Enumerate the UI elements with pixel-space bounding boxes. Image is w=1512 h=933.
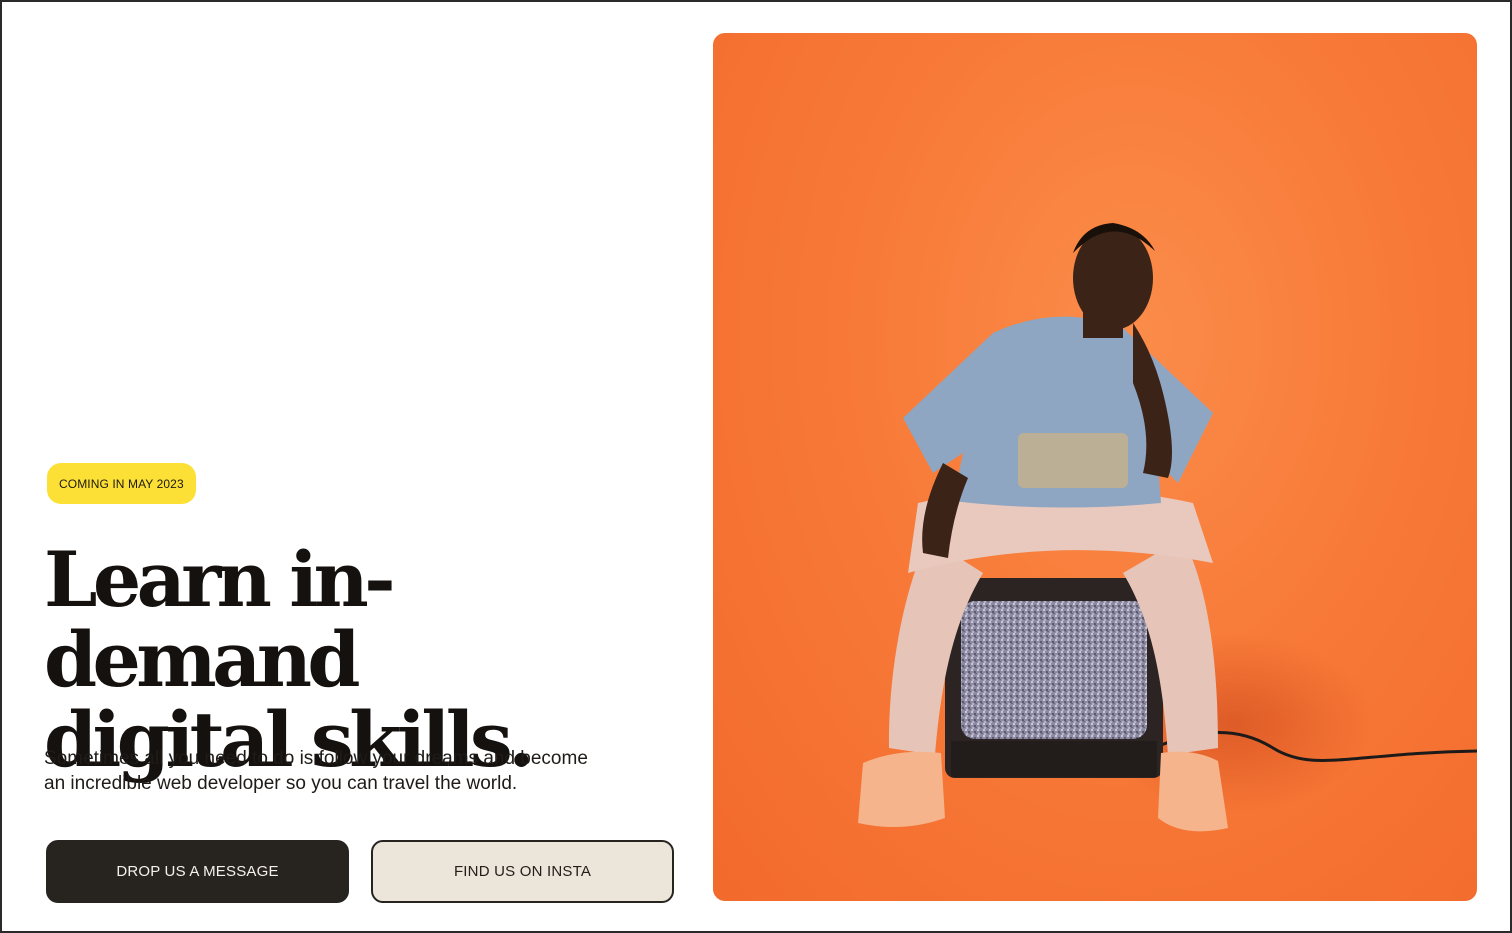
drop-message-button[interactable]: DROP US A MESSAGE <box>46 840 349 903</box>
hero-photo <box>713 33 1477 901</box>
subtitle-line-2: an incredible web developer so you can t… <box>44 773 518 794</box>
find-insta-button-label: FIND US ON INSTA <box>453 863 592 880</box>
hero-content: COMING IN MAY 2023 Learn in-demand digit… <box>44 0 684 933</box>
drop-message-button-label: DROP US A MESSAGE <box>116 863 279 880</box>
hero-subtitle: Sometimes all you need to do is follow y… <box>44 746 654 796</box>
coming-soon-badge: COMING IN MAY 2023 <box>47 463 196 504</box>
subtitle-line-1: Sometimes all you need to do is follow y… <box>44 748 588 769</box>
find-insta-button[interactable]: FIND US ON INSTA <box>371 840 674 903</box>
title-line-1: Learn in-demand <box>44 535 396 704</box>
page-title: Learn in-demand digital skills. <box>44 540 684 780</box>
person-on-tv-illustration <box>858 223 1477 832</box>
